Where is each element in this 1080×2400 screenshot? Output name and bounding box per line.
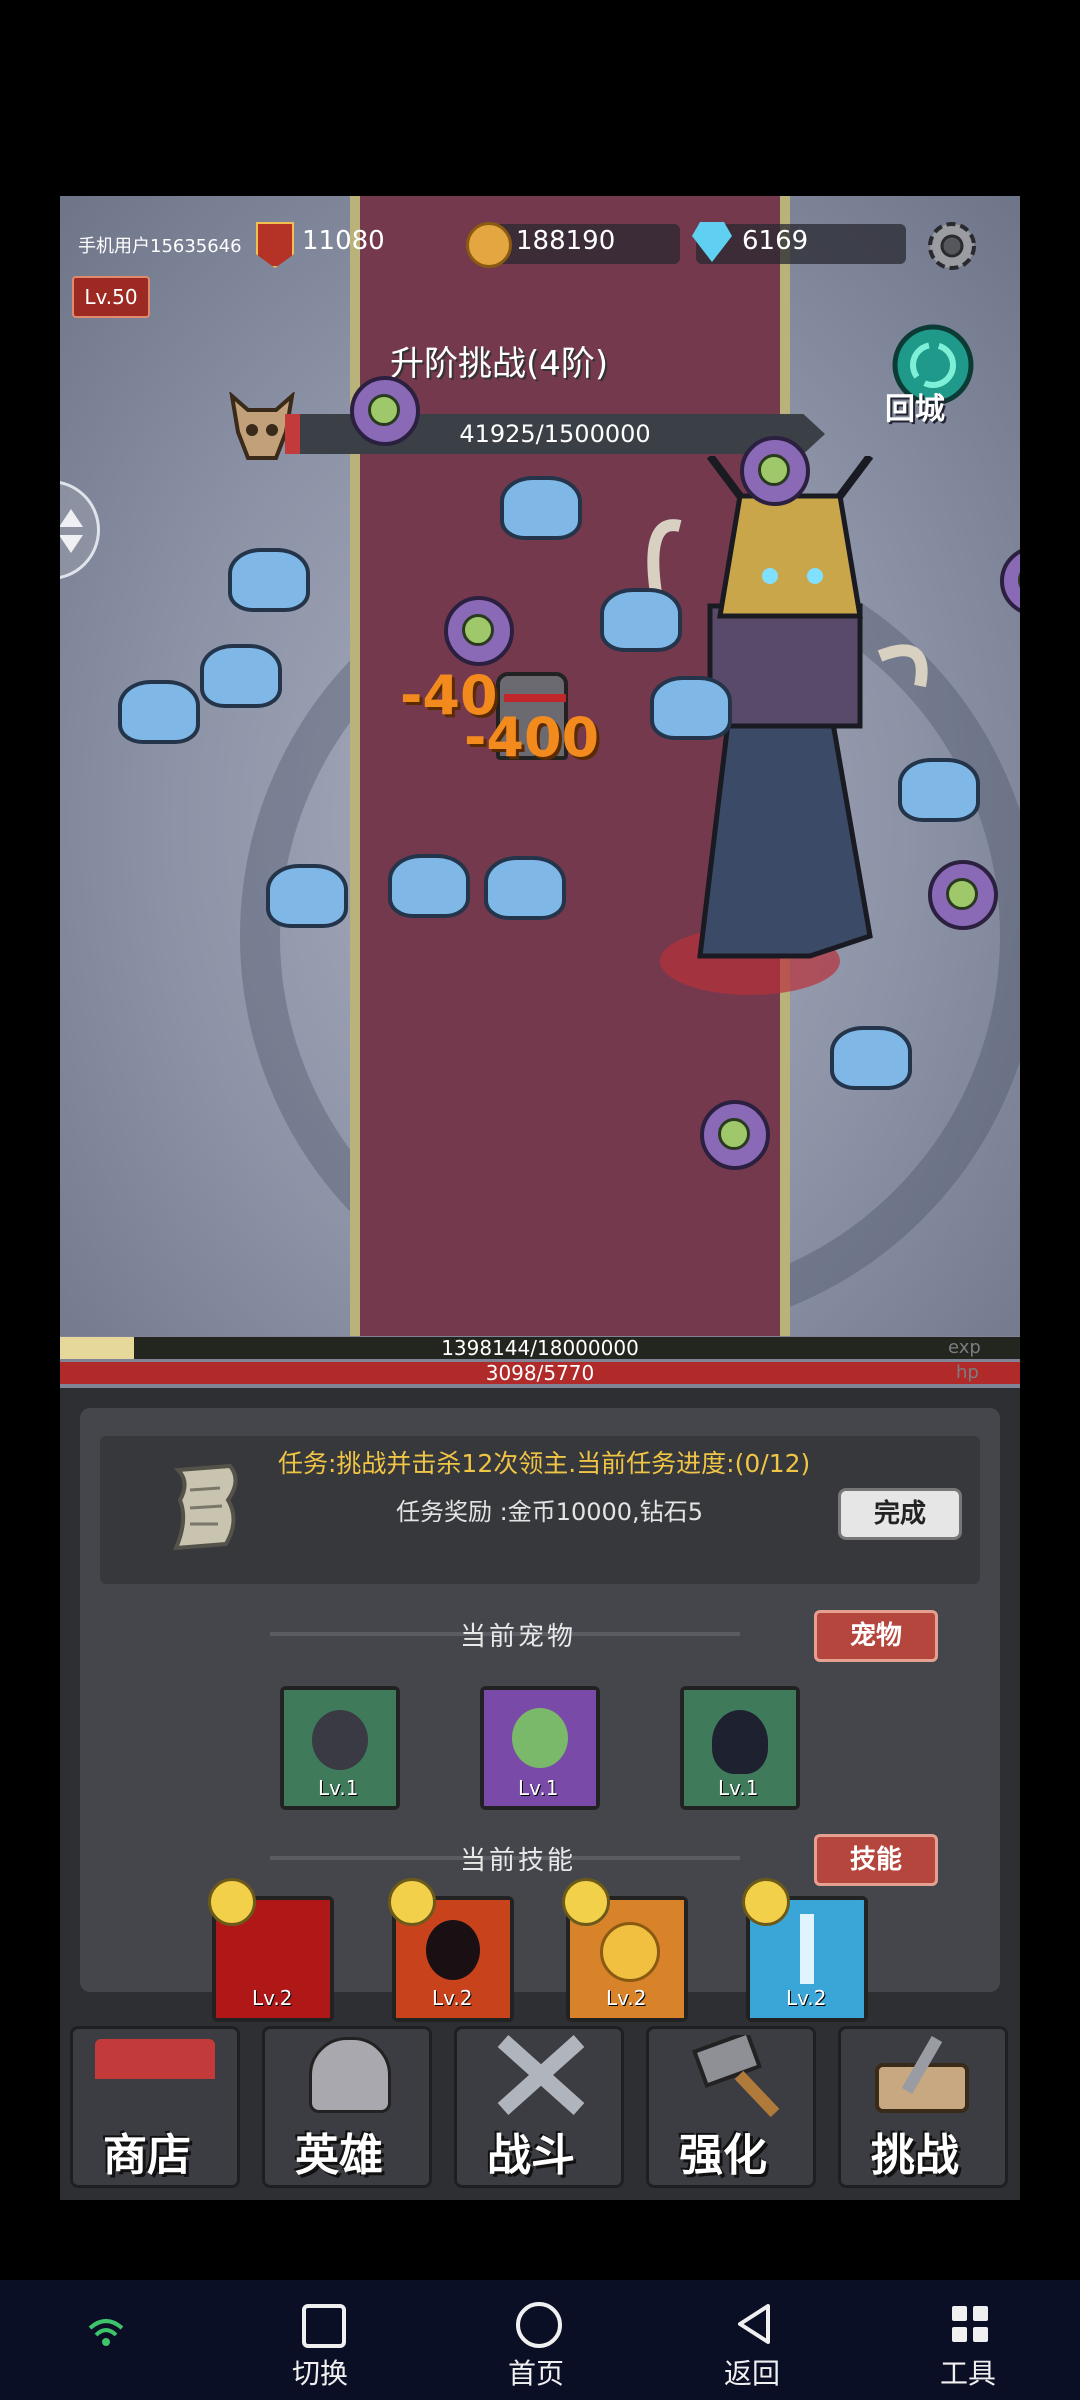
gold-coin-icon: [466, 222, 512, 268]
menu-label: 挑战: [871, 2130, 959, 2181]
bottom-panel: 任务:挑战并击杀12次领主.当前任务进度:(0/12) 任务奖励 :金币1000…: [60, 1388, 1020, 2200]
complete-mission-button[interactable]: 完成: [838, 1488, 962, 1540]
ice-sword-icon: [800, 1914, 814, 1984]
eye-monster: [700, 1100, 770, 1170]
side-panel-toggle[interactable]: [60, 480, 100, 580]
sun-icon: [208, 1878, 256, 1926]
turtle-icon: [512, 1708, 568, 1768]
blue-slime: [388, 854, 470, 918]
square-icon: [302, 2304, 346, 2348]
hp-label: hp: [956, 1362, 979, 1383]
triangle-back-icon: [738, 2304, 770, 2344]
skill-level: Lv.2: [786, 1986, 827, 2010]
menu-label: 战斗: [487, 2130, 575, 2181]
grid-tools-icon: [952, 2306, 988, 2342]
blue-slime: [228, 548, 310, 612]
eye-monster: [350, 376, 420, 446]
eye-monster: [740, 436, 810, 506]
tools-nav-button[interactable]: 工具: [938, 2300, 1002, 2390]
skill-level: Lv.2: [252, 1986, 293, 2010]
nav-label: 切换: [292, 2357, 349, 2390]
skills-button[interactable]: 技能: [814, 1834, 938, 1886]
sun-icon: [562, 1878, 610, 1926]
skill-level: Lv.2: [432, 1986, 473, 2010]
menu-upgrade-button[interactable]: 强化: [646, 2026, 816, 2188]
blue-slime: [200, 644, 282, 708]
exp-value: 1398144/18000000: [441, 1336, 639, 1360]
blue-slime: [650, 676, 732, 740]
eye-monster: [444, 596, 514, 666]
blue-slime: [898, 758, 980, 822]
hammer-icon: [691, 2035, 780, 2118]
menu-label: 强化: [679, 2130, 767, 2181]
sun-icon: [388, 1878, 436, 1926]
blue-slime: [600, 588, 682, 652]
gold-value: 188190: [516, 226, 616, 256]
nav-label: 工具: [940, 2357, 997, 2390]
switch-nav-button[interactable]: 切换: [290, 2300, 354, 2390]
eye-monster: [928, 860, 998, 930]
sun-icon: [742, 1878, 790, 1926]
hero-hp-mini-bar: [504, 694, 566, 702]
settings-gear-icon[interactable]: [922, 216, 982, 276]
damage-number: -400: [464, 706, 600, 769]
pets-section-label: 当前宠物: [460, 1622, 577, 1652]
back-nav-button[interactable]: 返回: [722, 2300, 786, 2390]
player-level-badge: Lv.50: [72, 276, 150, 318]
menu-label: 商店: [103, 2130, 191, 2181]
scroll-icon: [168, 1460, 248, 1552]
menu-hero-button[interactable]: 英雄: [262, 2026, 432, 2188]
pet-slot-rat[interactable]: Lv.1: [280, 1686, 400, 1810]
pet-slot-turtle[interactable]: Lv.1: [480, 1686, 600, 1810]
diamond-value: 6169: [742, 226, 809, 256]
pet-level: Lv.1: [318, 1776, 359, 1800]
circle-home-icon: [516, 2302, 562, 2348]
return-town-label: 回城: [885, 392, 945, 427]
blue-slime: [484, 856, 566, 920]
mission-title: 任务:挑战并击杀12次领主.当前任务进度:(0/12): [278, 1449, 811, 1478]
coin-icon: [600, 1922, 660, 1982]
pets-button[interactable]: 宠物: [814, 1610, 938, 1662]
shadow-icon: [426, 1920, 480, 1980]
blue-slime: [500, 476, 582, 540]
hp-value: 3098/5770: [485, 1361, 595, 1385]
game-viewport: 手机用户15635646 11080 188190 6169 Lv.50 升阶挑…: [60, 196, 1020, 2200]
boss-challenge-title: 升阶挑战(4阶): [390, 344, 609, 384]
wifi-icon: [88, 2319, 124, 2346]
rat-icon: [312, 1710, 368, 1770]
pet-level: Lv.1: [518, 1776, 559, 1800]
nav-label: 返回: [724, 2357, 781, 2390]
exp-label: exp: [948, 1337, 981, 1358]
pet-slot-penguin[interactable]: Lv.1: [680, 1686, 800, 1810]
helmet-icon: [309, 2037, 391, 2113]
blue-slime: [118, 680, 200, 744]
system-nav-bar: 切换 首页 返回 工具: [0, 2280, 1080, 2400]
skills-section-label: 当前技能: [460, 1846, 577, 1876]
nav-label: 首页: [508, 2357, 565, 2390]
mission-reward: 任务奖励 :金币10000,钻石5: [396, 1498, 703, 1526]
challenge-scroll-sword-icon: [875, 2036, 969, 2113]
blue-slime: [830, 1026, 912, 1090]
up-down-arrows-icon: [60, 509, 83, 553]
menu-challenge-button[interactable]: 挑战: [838, 2026, 1008, 2188]
power-value: 11080: [302, 226, 385, 256]
menu-shop-button[interactable]: 商店: [70, 2026, 240, 2188]
menu-label: 英雄: [295, 2130, 383, 2181]
menu-battle-button[interactable]: 战斗: [454, 2026, 624, 2188]
username: 手机用户15635646: [78, 236, 242, 257]
home-nav-button[interactable]: 首页: [506, 2300, 570, 2390]
shop-awning-icon: [95, 2039, 215, 2079]
penguin-icon: [712, 1710, 768, 1774]
crossed-swords-icon: [497, 2035, 585, 2115]
blue-slime: [266, 864, 348, 928]
skill-level: Lv.2: [606, 1986, 647, 2010]
pet-level: Lv.1: [718, 1776, 759, 1800]
